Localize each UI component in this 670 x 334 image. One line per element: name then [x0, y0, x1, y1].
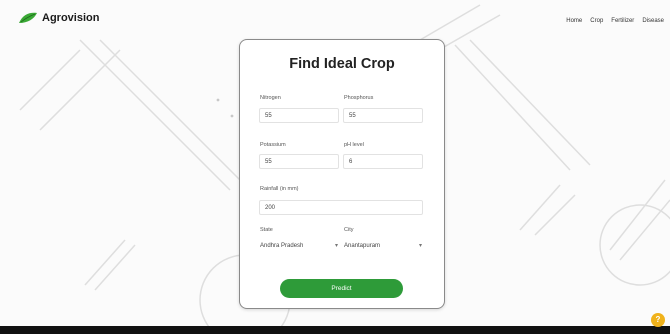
leaf-icon [19, 12, 37, 23]
form-title: Find Ideal Crop [289, 56, 395, 72]
bottom-bar [0, 326, 670, 334]
city-select-value: Anantapuram [344, 243, 381, 249]
rainfall-input[interactable]: 200 [259, 200, 423, 215]
nav-links: Home Crop Fertilizer Disease [566, 18, 664, 24]
nitrogen-input[interactable]: 55 [259, 108, 339, 123]
nav-link-fertilizer[interactable]: Fertilizer [611, 18, 634, 24]
help-icon[interactable]: ? [651, 313, 665, 327]
phosphorus-input[interactable]: 55 [343, 108, 423, 123]
brand-logo[interactable]: Agrovision [18, 12, 99, 24]
predict-button[interactable]: Predict [280, 279, 403, 298]
nav-link-disease[interactable]: Disease [642, 18, 664, 24]
brand-name: Agrovision [42, 12, 100, 24]
state-select-value: Andhra Pradesh [260, 243, 304, 249]
phosphorus-label: Phosphorus [344, 95, 374, 101]
potassium-label: Potassium [260, 142, 286, 148]
city-label: City [344, 227, 354, 233]
crop-form-card: Find Ideal Crop Nitrogen 55 Phosphorus 5… [239, 39, 445, 309]
state-label: State [260, 227, 273, 233]
rainfall-label: Rainfall (in mm) [260, 186, 299, 192]
nav-link-crop[interactable]: Crop [590, 18, 603, 24]
chevron-down-icon: ▾ [334, 243, 338, 249]
ph-input[interactable]: 6 [343, 154, 423, 169]
nitrogen-label: Nitrogen [260, 95, 281, 101]
chevron-down-icon: ▾ [418, 243, 422, 249]
potassium-input[interactable]: 55 [259, 154, 339, 169]
top-nav: Agrovision Home Crop Fertilizer Disease [0, 0, 670, 40]
nav-link-home[interactable]: Home [566, 18, 582, 24]
ph-label: pH level [344, 142, 364, 148]
state-select[interactable]: Andhra Pradesh ▾ [260, 239, 338, 254]
city-select[interactable]: Anantapuram ▾ [344, 239, 422, 254]
